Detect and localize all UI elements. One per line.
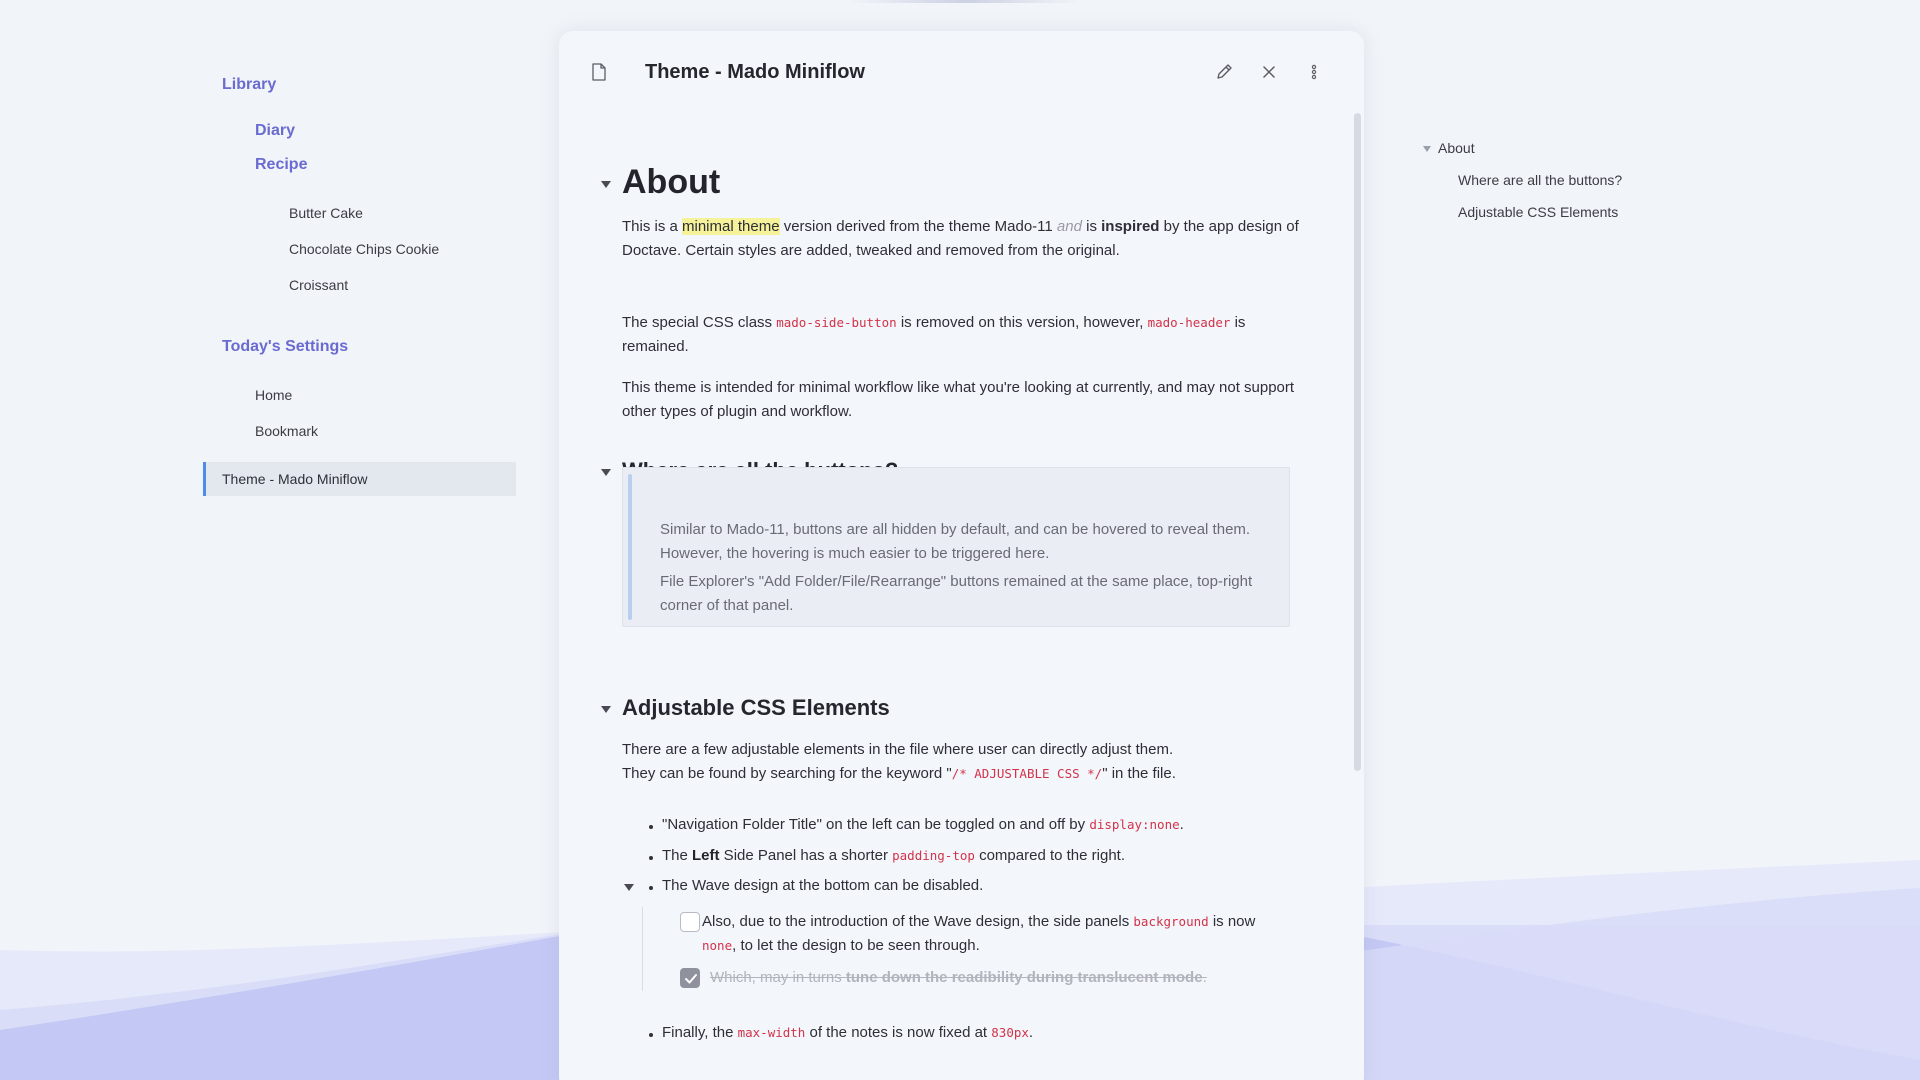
note-title: Theme - Mado Miniflow <box>645 61 865 83</box>
inline-code: 830px <box>991 1025 1029 1040</box>
adjustable-line-2: They can be found by searching for the k… <box>622 765 1176 782</box>
list-item-1: "Navigation Folder Title" on the left ca… <box>662 816 1184 833</box>
checkmark-icon <box>685 974 697 984</box>
note-pane: Theme - Mado Miniflow About This is a mi… <box>559 31 1364 1080</box>
top-glow <box>850 0 1080 3</box>
outline-item-about[interactable]: About <box>1438 140 1475 156</box>
folder-library[interactable]: Library <box>222 76 276 94</box>
fold-list-item-icon[interactable] <box>624 884 634 891</box>
fold-adjustable-icon[interactable] <box>601 706 611 713</box>
list-item-2: The Left Side Panel has a shorter paddin… <box>662 847 1126 864</box>
edit-button[interactable] <box>1211 59 1237 85</box>
inline-code: mado-header <box>1147 315 1231 330</box>
blockquote: Similar to Mado-11, buttons are all hidd… <box>622 467 1290 627</box>
inline-code: mado-side-button <box>776 315 897 330</box>
list-item-4: Finally, the max-width of the notes is n… <box>662 1024 1034 1041</box>
task-checkbox-2[interactable] <box>680 968 700 988</box>
folder-todays-settings[interactable]: Today's Settings <box>222 338 348 356</box>
pencil-icon <box>1217 64 1232 79</box>
highlight-text: minimal theme <box>682 218 780 235</box>
task-item-1: Also, due to the introduction of the Wav… <box>702 913 1256 954</box>
bullet-dot <box>649 1033 653 1037</box>
file-croissant[interactable]: Croissant <box>289 277 348 293</box>
outline-item-buttons[interactable]: Where are all the buttons? <box>1458 172 1622 188</box>
outline-collapse-icon[interactable] <box>1423 146 1431 152</box>
blockquote-paragraph-1: Similar to Mado-11, buttons are all hidd… <box>660 521 1251 562</box>
file-chocolate-chips-cookie[interactable]: Chocolate Chips Cookie <box>289 241 439 257</box>
more-options-button[interactable] <box>1301 59 1327 85</box>
bullet-dot <box>649 886 653 890</box>
file-theme-mado-miniflow-active[interactable]: Theme - Mado Miniflow <box>203 462 516 496</box>
folder-recipe[interactable]: Recipe <box>255 156 307 174</box>
outline-item-adjustable[interactable]: Adjustable CSS Elements <box>1458 204 1618 220</box>
inline-code: display:none <box>1089 817 1180 832</box>
inline-code: max-width <box>737 1025 806 1040</box>
folder-diary[interactable]: Diary <box>255 122 295 140</box>
close-icon <box>1263 66 1275 78</box>
bullet-dot <box>649 856 653 860</box>
note-scrollbar[interactable] <box>1354 113 1361 771</box>
about-paragraph-1: This is a minimal theme version derived … <box>622 218 1299 259</box>
inline-code: none <box>702 938 733 953</box>
file-icon <box>592 63 606 81</box>
task-checkbox-1[interactable] <box>680 912 700 932</box>
more-vertical-icon <box>1311 64 1317 80</box>
inline-code: padding-top <box>892 848 975 863</box>
fold-about-icon[interactable] <box>601 181 611 188</box>
inline-code: /* ADJUSTABLE CSS */ <box>951 766 1103 781</box>
note-header: Theme - Mado Miniflow <box>559 31 1364 111</box>
indent-guide <box>642 907 643 991</box>
adjustable-line-1: There are a few adjustable elements in t… <box>622 741 1174 758</box>
file-bookmark[interactable]: Bookmark <box>255 423 318 439</box>
inline-code: background <box>1133 914 1209 929</box>
file-home[interactable]: Home <box>255 387 292 403</box>
heading-adjustable: Adjustable CSS Elements <box>622 695 890 720</box>
file-butter-cake[interactable]: Butter Cake <box>289 205 363 221</box>
close-button[interactable] <box>1256 59 1282 85</box>
about-paragraph-3: This theme is intended for minimal workf… <box>622 379 1295 420</box>
blockquote-bar <box>628 474 632 620</box>
task-item-2: Which, may in turns tune down the readib… <box>710 969 1207 986</box>
blockquote-paragraph-2: File Explorer's "Add Folder/File/Rearran… <box>660 573 1253 614</box>
bullet-dot <box>649 825 653 829</box>
active-file-label: Theme - Mado Miniflow <box>222 471 368 487</box>
list-item-3: The Wave design at the bottom can be dis… <box>662 877 984 894</box>
about-paragraph-2: The special CSS class mado-side-button i… <box>622 314 1246 355</box>
fold-buttons-icon[interactable] <box>601 469 611 476</box>
heading-about: About <box>622 163 721 201</box>
